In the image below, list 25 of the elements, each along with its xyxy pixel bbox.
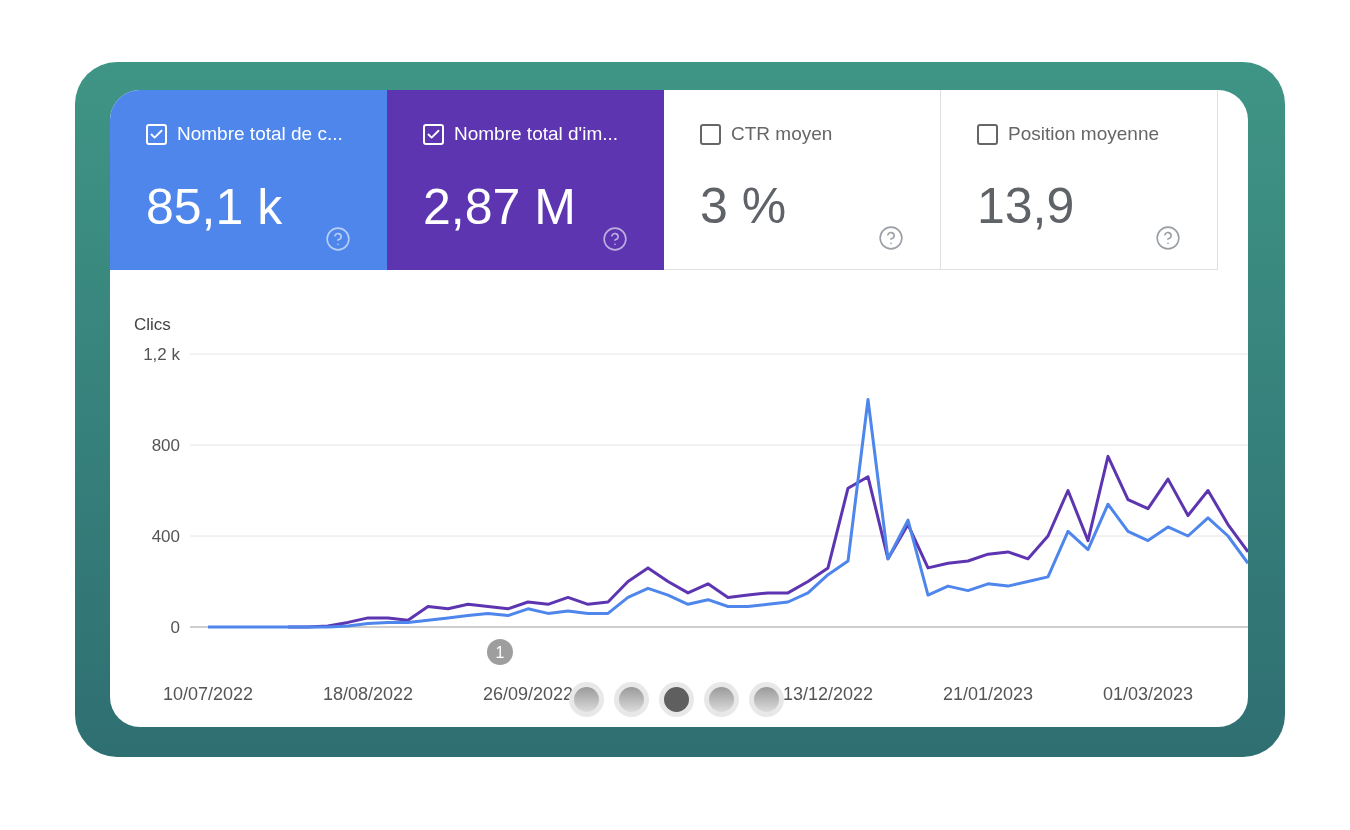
metric-value: 2,87 M [423, 182, 576, 232]
metric-value: 3 % [700, 181, 787, 231]
metric-tile[interactable]: CTR moyen 3 % [664, 90, 941, 270]
x-tick-label: 26/09/2022 [482, 684, 574, 704]
help-icon[interactable] [878, 225, 904, 251]
checkbox[interactable] [977, 123, 998, 145]
y-tick-label: 1,2 k [143, 345, 180, 364]
axis-title: Clics [134, 315, 171, 334]
metric-value: 85,1 k [146, 182, 283, 232]
metric-label: Nombre total de c... [177, 122, 343, 146]
metric-label: Position moyenne [1008, 122, 1160, 146]
y-tick-label: 800 [151, 436, 180, 455]
x-tick-label: 18/08/2022 [322, 684, 414, 704]
metric-label: CTR moyen [731, 122, 833, 146]
y-tick-label: 0 [170, 618, 180, 637]
x-tick-label: 10/07/2022 [162, 684, 254, 704]
help-icon[interactable] [1155, 225, 1181, 251]
x-tick-label: 01/03/2023 [1102, 684, 1194, 704]
checkbox[interactable] [700, 123, 721, 145]
x-tick-label: 13/12/2022 [782, 684, 874, 704]
metric-value: 13,9 [977, 181, 1075, 231]
y-tick-label: 400 [151, 527, 180, 546]
metric-tile[interactable]: Position moyenne 13,9 [941, 90, 1218, 270]
x-tick-label: 21/01/2023 [942, 684, 1034, 704]
metric-label: Nombre total d'im... [454, 122, 619, 146]
